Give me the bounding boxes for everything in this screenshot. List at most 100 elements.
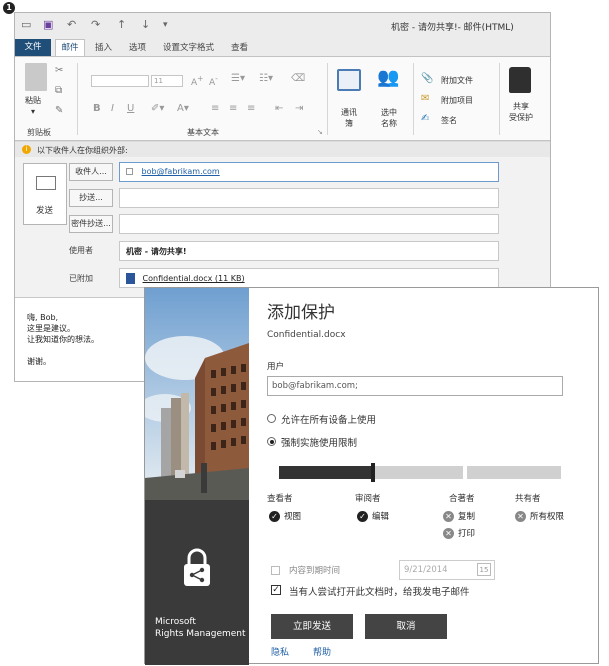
increase-indent-icon[interactable]: ⇥ <box>295 103 303 114</box>
check-names-button[interactable]: 选中 名称 <box>381 107 397 129</box>
send-now-button[interactable]: 立即发送 <box>271 614 353 639</box>
rights-management-lock-icon <box>181 548 213 588</box>
permission-slider[interactable] <box>279 463 561 482</box>
enforce-restrictions-label: 强制实施使用限制 <box>281 438 358 449</box>
paste-button[interactable]: 粘贴 <box>25 95 41 106</box>
send-button[interactable]: 发送 <box>23 163 67 225</box>
compose-header: 发送 收件人... bob@fabrikam.com 抄送... 密件抄送...… <box>15 157 550 297</box>
role-coowner-header: 共有者 <box>515 494 541 504</box>
ribbon: 粘贴 ▾ ✂ ⧉ ✎ 剪贴板 11 A+ A- ☰▾ ☷▾ ⌫ B I U ✐▾… <box>15 56 550 141</box>
brand-line: Microsoft <box>155 617 196 627</box>
privacy-link[interactable]: 隐私 <box>271 645 289 658</box>
address-book-button[interactable]: 通讯 簿 <box>341 107 357 129</box>
format-painter-icon[interactable]: ✎ <box>55 105 63 116</box>
save-icon[interactable]: ▣ <box>43 18 53 31</box>
address-book-icon[interactable] <box>337 69 361 91</box>
subject-label: 使用者 <box>69 246 93 255</box>
paperclip-icon[interactable]: 📎 <box>421 73 433 84</box>
paste-icon[interactable] <box>25 63 47 91</box>
cc-button[interactable]: 抄送... <box>69 189 113 207</box>
tab-insert[interactable]: 插入 <box>95 41 112 53</box>
highlight-icon[interactable]: ✐▾ <box>151 103 164 114</box>
city-street-photo <box>145 288 249 500</box>
paste-dropdown-icon[interactable]: ▾ <box>31 107 35 116</box>
permission-slider-fill <box>279 466 371 479</box>
attachment-name[interactable]: Confidential.docx (11 KB) <box>143 274 245 283</box>
bold-icon[interactable]: B <box>93 103 101 114</box>
underline-icon[interactable]: U <box>127 103 134 114</box>
brand-line: Rights Management <box>155 629 246 639</box>
cancel-button[interactable]: 取消 <box>365 614 447 639</box>
to-button[interactable]: 收件人... <box>69 163 113 181</box>
allow-all-devices-radio[interactable] <box>267 414 276 423</box>
cc-field[interactable] <box>119 188 499 208</box>
bcc-button[interactable]: 密件抄送... <box>69 215 113 233</box>
font-color-icon[interactable]: A▾ <box>177 103 189 114</box>
align-right-icon[interactable]: ≡ <box>247 103 255 114</box>
bullets-icon[interactable]: ☰▾ <box>231 73 245 84</box>
tab-mail[interactable]: 邮件 <box>55 39 85 56</box>
send-envelope-icon <box>36 176 56 190</box>
cut-icon[interactable]: ✂ <box>55 65 63 76</box>
ribbon-separator <box>413 63 414 135</box>
attach-item-button[interactable]: 附加项目 <box>441 95 473 106</box>
perm-label: 视图 <box>284 512 302 522</box>
info-icon: i <box>22 145 31 154</box>
expire-checkbox[interactable] <box>271 566 280 575</box>
email-me-checkbox[interactable]: ✓ <box>271 585 281 595</box>
signature-icon[interactable]: ✍ <box>421 113 429 124</box>
user-input[interactable]: bob@fabrikam.com; <box>267 376 563 396</box>
tab-format-text[interactable]: 设置文字格式 <box>163 41 214 53</box>
share-protected-button[interactable]: 共享 受保护 <box>509 101 533 123</box>
font-size-box[interactable]: 11 <box>151 75 183 87</box>
redo-icon[interactable]: ↷ <box>91 18 100 31</box>
share-protected-icon[interactable] <box>509 67 531 93</box>
check-names-icon[interactable]: 👥 <box>377 67 399 88</box>
tab-options[interactable]: 选项 <box>129 41 146 53</box>
tab-review[interactable]: 查看 <box>231 41 248 53</box>
dialog-launcher-icon[interactable]: ↘ <box>317 128 323 136</box>
envelope-icon[interactable]: ✉ <box>421 93 429 104</box>
expire-date-input[interactable]: 9/21/2014 15 <box>399 560 495 580</box>
basic-text-group-label: 基本文本 <box>187 128 219 137</box>
subject-field[interactable]: 机密 - 请勿共享! <box>119 241 499 261</box>
attach-file-button[interactable]: 附加文件 <box>441 75 473 86</box>
info-bar: i 以下收件人在你组织外部: <box>15 142 550 157</box>
ribbon-separator <box>499 63 500 135</box>
tab-file[interactable]: 文件 <box>15 39 51 56</box>
perm-label: 复制 <box>458 512 476 522</box>
up-arrow-icon[interactable]: ↑ <box>117 18 126 31</box>
align-center-icon[interactable]: ≡ <box>229 103 237 114</box>
bcc-field[interactable] <box>119 214 499 234</box>
check-icon: ✓ <box>357 511 368 522</box>
body-line: 嗨, Bob, <box>27 313 59 322</box>
send-label: 发送 <box>36 206 54 216</box>
dialog-filename: Confidential.docx <box>267 330 346 340</box>
undo-icon[interactable]: ↶ <box>67 18 76 31</box>
down-arrow-icon[interactable]: ↓ <box>141 18 150 31</box>
role-viewer-header: 查看者 <box>267 494 293 504</box>
window-menu-icon[interactable]: ▭ <box>21 18 31 31</box>
x-icon: ✕ <box>443 511 454 522</box>
italic-icon[interactable]: I <box>111 103 114 114</box>
enforce-restrictions-radio[interactable] <box>267 437 276 446</box>
customize-qat-icon[interactable]: ▾ <box>163 20 168 30</box>
calendar-icon[interactable]: 15 <box>477 563 491 576</box>
numbering-icon[interactable]: ☷▾ <box>259 73 273 84</box>
font-name-box[interactable] <box>91 75 149 87</box>
to-field[interactable]: bob@fabrikam.com <box>119 162 499 182</box>
role-coauthor-header: 合著者 <box>449 494 475 504</box>
clear-format-icon[interactable]: ⌫ <box>291 73 305 84</box>
shrink-font-icon[interactable]: A- <box>209 74 218 88</box>
title-bar: ▭ ▣ ↶ ↷ ↑ ↓ ▾ 机密 - 请勿共享!- 邮件(HTML) <box>15 13 550 39</box>
align-left-icon[interactable]: ≡ <box>211 103 219 114</box>
copy-icon[interactable]: ⧉ <box>55 85 62 96</box>
grow-font-icon[interactable]: A+ <box>191 74 203 88</box>
message-body-text: 嗨, Bob, 这里是建议。 让我知道你的想法。 谢谢。 <box>27 312 99 367</box>
ribbon-separator <box>327 63 328 135</box>
attachment-field[interactable]: Confidential.docx (11 KB) <box>119 268 499 288</box>
decrease-indent-icon[interactable]: ⇤ <box>275 103 283 114</box>
help-link[interactable]: 帮助 <box>313 645 331 658</box>
signature-button[interactable]: 签名 <box>441 115 457 126</box>
to-recipient[interactable]: bob@fabrikam.com <box>142 167 220 176</box>
